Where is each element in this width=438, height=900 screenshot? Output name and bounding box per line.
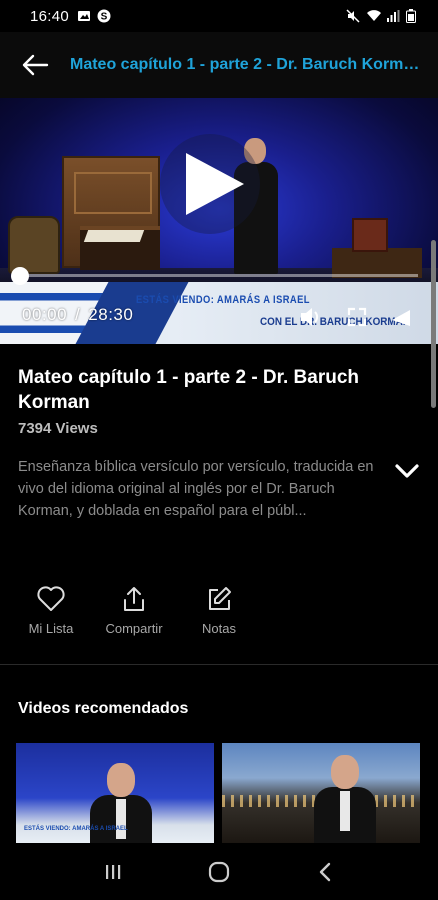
volume-icon [301,308,319,326]
chevron-left-icon [319,862,331,881]
recommended-section-title: Videos recomendados [18,700,189,717]
divider [0,664,438,665]
fullscreen-icon [347,307,367,327]
share-label: Compartir [105,621,163,636]
notes-button[interactable]: Notas [179,585,259,636]
volume-button[interactable] [298,304,324,330]
home-button[interactable] [199,852,239,892]
header-title: Mateo capítulo 1 - parte 2 - Dr. Baruch … [70,56,420,73]
fullscreen-button[interactable] [344,304,370,330]
play-icon [186,153,244,215]
recent-apps-icon [106,864,121,879]
recommended-video-thumbnail[interactable]: ESTÁS VIENDO: AMARÁS A ISRAEL [16,743,214,843]
back-button[interactable] [0,32,70,98]
lower-third-line1: ESTÁS VIENDO: AMARÁS A ISRAEL [136,294,310,306]
my-list-label: Mi Lista [28,621,74,636]
signal-icon [386,9,400,23]
arrow-left-icon [22,54,49,76]
status-bar: 16:40 S [0,0,438,32]
thumbnail-caption: ESTÁS VIENDO: AMARÁS A ISRAEL [24,826,128,832]
skype-icon: S [97,9,111,23]
scroll-indicator[interactable] [431,240,436,408]
view-count: 7394 Views [18,420,98,437]
thumbnail-person [314,755,376,843]
recommended-video-thumbnail[interactable] [222,743,420,843]
seek-handle[interactable] [11,267,29,285]
edit-icon [209,587,231,610]
svg-text:S: S [101,12,108,23]
status-time: 16:40 [30,7,70,25]
gallery-icon [77,9,91,23]
cast-button[interactable] [388,304,414,330]
expand-description-button[interactable] [390,456,424,486]
recent-apps-button[interactable] [93,852,133,892]
mute-icon [346,9,360,23]
app-header: Mateo capítulo 1 - parte 2 - Dr. Baruch … [0,32,438,98]
heart-icon [37,586,65,611]
time-display: 00:00 / 28:30 [22,305,133,325]
battery-icon [406,9,420,23]
chevron-down-icon [395,464,419,478]
action-row: Mi Lista Compartir Notas [0,585,438,645]
nav-back-button[interactable] [305,852,345,892]
wifi-icon [366,9,381,23]
video-player[interactable]: ESTÁS VIENDO: AMARÁS A ISRAEL CON EL DR.… [0,98,438,344]
home-icon [208,861,230,882]
share-button[interactable]: Compartir [94,585,174,636]
cast-icon [392,310,410,326]
duration: 28:30 [88,305,134,324]
system-nav-bar [0,843,438,900]
video-description: Enseñanza bíblica versículo por versícul… [18,459,374,519]
share-icon [124,587,144,611]
time-separator: / [75,305,81,324]
current-time: 00:00 [22,305,68,324]
notes-label: Notas [202,621,236,636]
play-button[interactable] [160,134,260,234]
video-title: Mateo capítulo 1 - parte 2 - Dr. Baruch … [18,367,360,413]
seek-bar[interactable] [20,274,418,277]
my-list-button[interactable]: Mi Lista [11,585,91,636]
